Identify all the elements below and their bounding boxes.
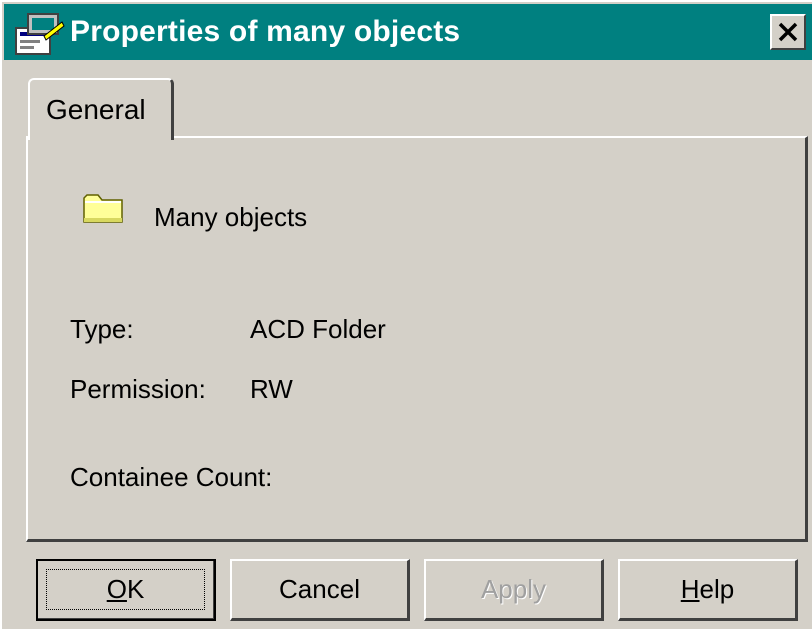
cancel-button[interactable]: Cancel — [230, 559, 410, 621]
window-title: Properties of many objects — [70, 15, 461, 48]
apply-button[interactable]: Apply — [424, 559, 604, 621]
title-bar[interactable]: Properties of many objects — [4, 4, 812, 60]
permission-value: RW — [250, 374, 293, 404]
permission-label: Permission: — [70, 374, 206, 404]
cancel-button-label: Cancel — [279, 574, 360, 604]
containee-count-label: Containee Count: — [70, 462, 273, 492]
apply-button-label: Apply — [480, 574, 547, 604]
properties-app-icon — [15, 13, 65, 55]
help-button[interactable]: Help — [618, 559, 798, 621]
folder-icon — [83, 194, 123, 223]
tab-general[interactable]: General — [28, 78, 174, 140]
close-icon — [778, 22, 798, 42]
tab-general-label: General — [46, 94, 146, 125]
ok-focus-rect — [46, 569, 205, 610]
close-button[interactable] — [770, 14, 806, 50]
help-button-label: Help — [680, 574, 735, 604]
properties-dialog: Properties of many objects General Many … — [0, 0, 812, 629]
object-name: Many objects — [154, 202, 308, 232]
ok-button[interactable]: OK — [36, 559, 216, 621]
type-label: Type: — [70, 314, 134, 344]
type-value: ACD Folder — [250, 314, 386, 344]
